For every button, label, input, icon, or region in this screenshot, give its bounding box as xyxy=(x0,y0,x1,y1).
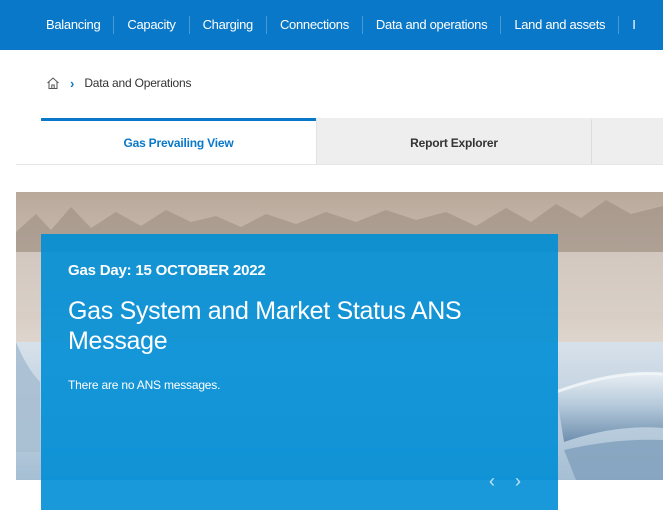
panel-title: Gas System and Market Status ANS Message xyxy=(68,297,462,355)
breadcrumb-current[interactable]: Data and Operations xyxy=(84,76,191,90)
home-icon[interactable] xyxy=(46,76,60,90)
nav-item-truncated[interactable]: I xyxy=(619,16,648,34)
tab-report-explorer[interactable]: Report Explorer xyxy=(316,118,591,164)
ans-message-text: There are no ANS messages. xyxy=(68,378,221,392)
chevron-right-icon: › xyxy=(70,75,75,91)
chevron-right-icon[interactable]: › xyxy=(515,472,521,490)
tab-divider xyxy=(16,164,663,165)
nav-item-charging[interactable]: Charging xyxy=(190,16,267,34)
top-navigation: Balancing Capacity Charging Connections … xyxy=(0,0,663,50)
status-panel: Gas Day: 15 OCTOBER 2022 Gas System and … xyxy=(41,234,558,510)
nav-item-data-and-operations[interactable]: Data and operations xyxy=(363,16,502,34)
nav-item-land-and-assets[interactable]: Land and assets xyxy=(501,16,620,34)
tab-truncated[interactable] xyxy=(591,118,663,164)
tab-label: Gas Prevailing View xyxy=(123,135,234,150)
nav-item-capacity[interactable]: Capacity xyxy=(114,16,190,34)
breadcrumb: › Data and Operations xyxy=(46,76,191,90)
tab-label: Report Explorer xyxy=(410,135,498,150)
nav-item-balancing[interactable]: Balancing xyxy=(0,16,115,34)
tab-bar: Gas Prevailing View Report Explorer xyxy=(41,118,663,164)
nav-item-connections[interactable]: Connections xyxy=(267,16,363,34)
chevron-left-icon[interactable]: ‹ xyxy=(489,472,495,490)
tab-gas-prevailing-view[interactable]: Gas Prevailing View xyxy=(41,118,316,164)
gas-day-heading: Gas Day: 15 OCTOBER 2022 xyxy=(68,262,266,279)
